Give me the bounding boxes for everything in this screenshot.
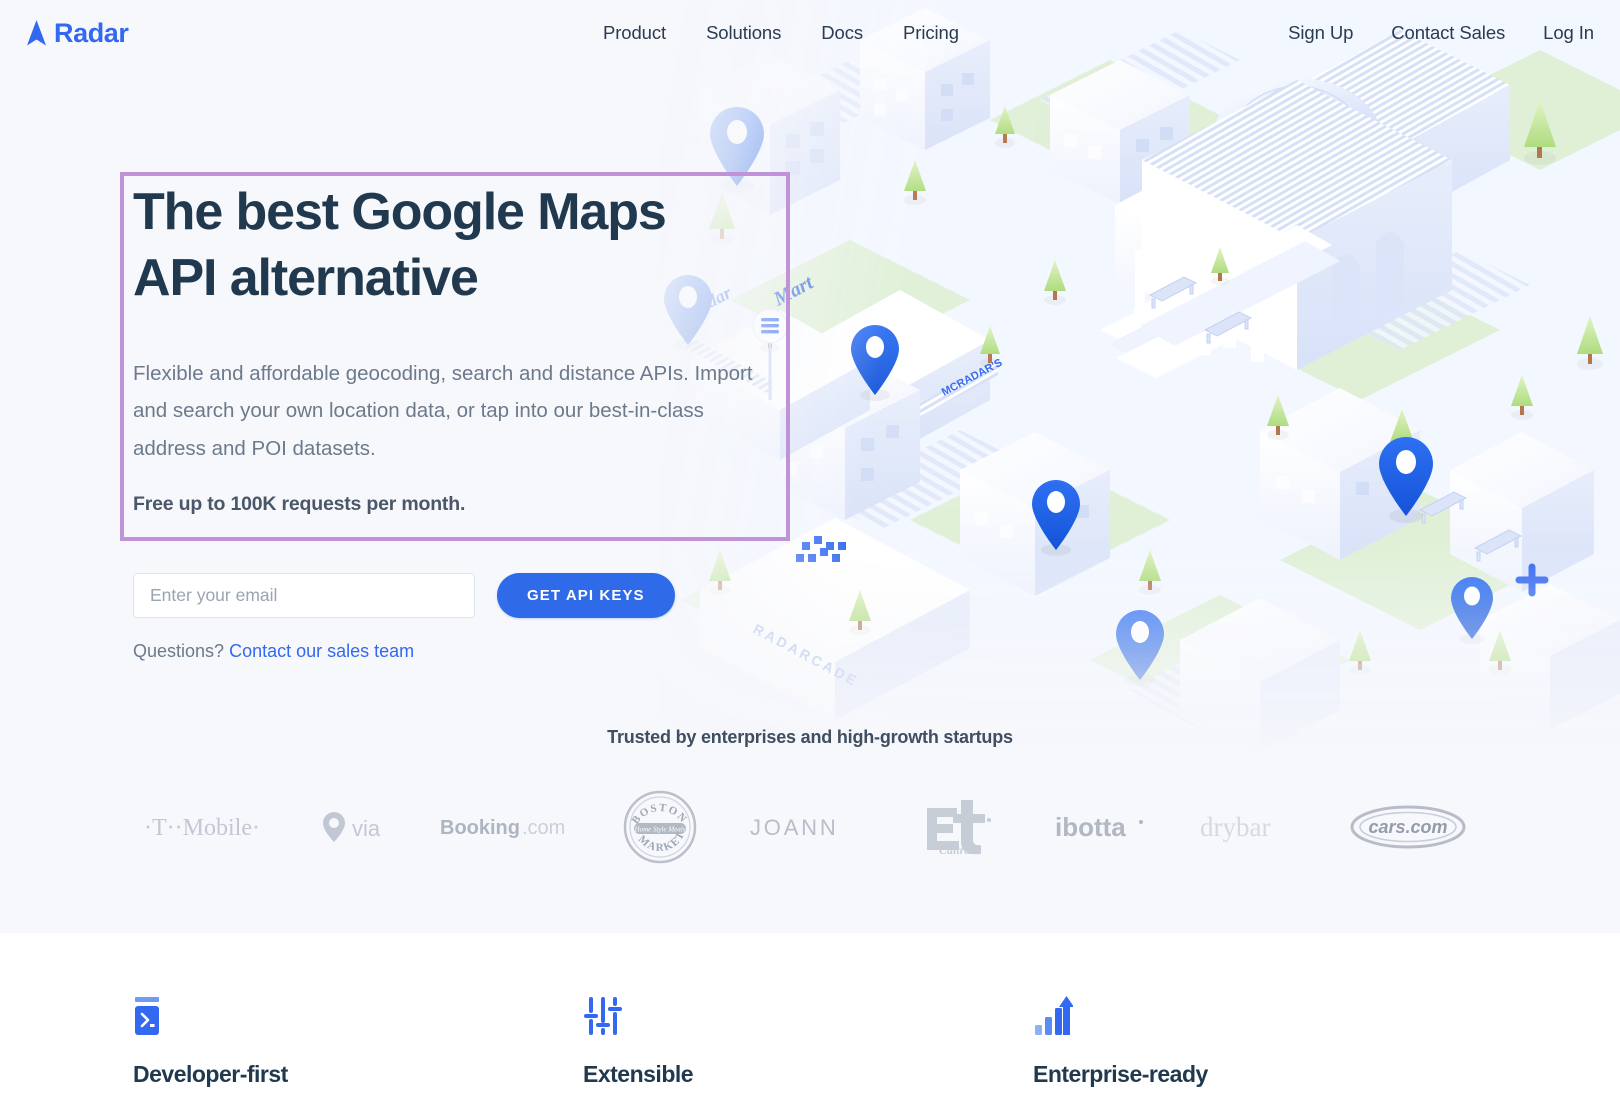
logo-ibotta: ibotta (1035, 785, 1185, 869)
logo-cars-com: cars.com (1335, 785, 1485, 869)
questions-label: Questions? (133, 641, 225, 661)
svg-text:JOANN: JOANN (750, 815, 839, 840)
contact-sales-link[interactable]: Contact our sales team (229, 641, 414, 661)
bar-chart-arrow-icon (1033, 995, 1483, 1037)
radar-arrow-icon (27, 19, 46, 45)
top-navigation: Radar Product Solutions Docs Pricing Sig… (0, 0, 1620, 66)
svg-text:cars.com: cars.com (1368, 817, 1447, 837)
hero-subcopy: Flexible and affordable geocoding, searc… (133, 362, 753, 460)
nav-center-links: Product Solutions Docs Pricing (603, 0, 959, 66)
logo-caltrans: Caltrans (885, 785, 1035, 869)
nav-docs[interactable]: Docs (821, 22, 863, 44)
logo-wordmark: Radar (54, 17, 129, 48)
feature-title: Extensible (583, 1061, 694, 1087)
feature-extensible: Extensible (583, 995, 1033, 1088)
logo-booking-com: Booking .com (435, 785, 585, 869)
logo-t-mobile: ·T··Mobile· (135, 785, 285, 869)
headline-line-2: API alternative (133, 248, 479, 307)
nav-sign-up[interactable]: Sign Up (1288, 22, 1353, 44)
feature-developer-first: Developer-first (133, 995, 583, 1088)
svg-text:drybar: drybar (1200, 812, 1270, 842)
signup-form: GET API KEYS (133, 573, 675, 618)
svg-text:via: via (352, 816, 381, 841)
svg-text:·T··Mobile·: ·T··Mobile· (144, 815, 260, 841)
nav-contact-sales[interactable]: Contact Sales (1391, 22, 1505, 44)
email-field[interactable] (133, 573, 475, 618)
hero-section: $ (0, 0, 1620, 933)
svg-text:Caltrans: Caltrans (939, 843, 982, 856)
nav-log-in[interactable]: Log In (1543, 22, 1594, 44)
logo-joann: JOANN (735, 785, 885, 869)
logo-drybar: drybar (1185, 785, 1335, 869)
features-section: Developer-first Extensible Enterprise-re… (0, 933, 1620, 1120)
feature-title: Enterprise-ready (1033, 1061, 1208, 1087)
questions-line: Questions? Contact our sales team (133, 641, 414, 662)
logo-boston-market: BOSTON Home Style Meals MARKET (585, 785, 735, 869)
sliders-icon (583, 995, 1033, 1037)
customer-logo-strip: ·T··Mobile· via Booking .com BOSTON Home… (0, 785, 1620, 869)
feature-title: Developer-first (133, 1061, 288, 1087)
logo-via: via (285, 785, 435, 869)
landing-page: $ (0, 0, 1620, 1120)
feature-enterprise-ready: Enterprise-ready (1033, 995, 1483, 1088)
nav-pricing[interactable]: Pricing (903, 22, 959, 44)
svg-text:ibotta: ibotta (1055, 812, 1126, 842)
svg-text:Booking: Booking (440, 817, 520, 839)
get-api-keys-button[interactable]: GET API KEYS (497, 573, 675, 618)
isometric-city-illustration: $ (660, 0, 1620, 760)
features-grid: Developer-first Extensible Enterprise-re… (133, 995, 1493, 1088)
nav-solutions[interactable]: Solutions (706, 22, 781, 44)
radar-logo[interactable]: Radar (26, 18, 129, 49)
nav-right-links: Sign Up Contact Sales Log In (1288, 0, 1594, 66)
hero-copy: The best Google Maps API alternative Fle… (133, 180, 793, 516)
trusted-heading: Trusted by enterprises and high-growth s… (607, 727, 1013, 747)
svg-text:.com: .com (522, 817, 565, 839)
headline-line-1: The best Google Maps (133, 183, 667, 241)
terminal-icon (133, 995, 583, 1037)
hero-free-note: Free up to 100K requests per month. (133, 492, 466, 515)
nav-product[interactable]: Product (603, 22, 666, 44)
page-title: The best Google Maps API alternative (133, 180, 793, 311)
